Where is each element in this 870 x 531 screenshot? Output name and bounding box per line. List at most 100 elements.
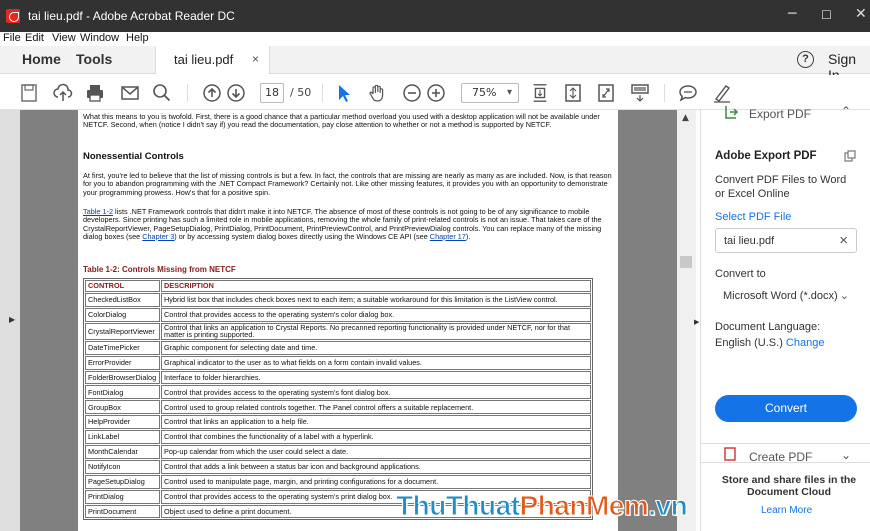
menu-help[interactable]: Help: [126, 32, 149, 44]
select-cursor-icon[interactable]: [336, 83, 352, 103]
control-name-cell: PrintDialog: [85, 489, 160, 504]
control-name-cell: FontDialog: [85, 385, 160, 400]
prev-page-icon[interactable]: [202, 83, 222, 103]
control-name-cell: DateTimePicker: [85, 340, 160, 355]
control-name-cell: GroupBox: [85, 400, 160, 415]
change-language-link[interactable]: Change: [786, 337, 825, 349]
page-total: / 50: [290, 86, 312, 99]
chevron-down-icon[interactable]: ⌄: [841, 448, 851, 462]
description-cell: Control that adds a link between a statu…: [161, 459, 591, 474]
control-name-cell: MonthCalendar: [85, 445, 160, 459]
table-row: DateTimePicker Graphic component for sele…: [85, 340, 591, 355]
panel-divider: [701, 462, 870, 463]
hand-icon[interactable]: [367, 83, 387, 103]
control-name-cell: PageSetupDialog: [85, 474, 160, 489]
panel-description: Convert PDF Files to Word or Excel Onlin…: [715, 174, 847, 200]
menu-window[interactable]: Window: [80, 32, 119, 44]
description-cell: Graphical indicator to the user as to wh…: [161, 355, 591, 370]
description-cell: Control used to manipulate page, margin,…: [161, 474, 591, 489]
toolbar-divider: [187, 84, 188, 102]
chapter-link[interactable]: Chapter 3: [142, 232, 174, 241]
table-row: ErrorProvider Graphical indicator to the …: [85, 355, 591, 370]
export-pdf-tool[interactable]: Export PDF: [749, 107, 811, 121]
upload-icon[interactable]: [53, 83, 73, 103]
minimize-button[interactable]: ─: [788, 6, 796, 22]
fit-page-icon[interactable]: [564, 83, 582, 103]
table-caption: Table 1-2: Controls Missing from NETCF: [83, 265, 236, 274]
zoom-in-icon[interactable]: [426, 83, 446, 103]
help-icon[interactable]: ?: [797, 51, 814, 68]
scroll-thumb[interactable]: [680, 256, 692, 268]
search-icon[interactable]: [152, 83, 172, 103]
tab-tools[interactable]: Tools: [76, 51, 112, 67]
learn-more-link[interactable]: Learn More: [761, 505, 812, 516]
menu-file[interactable]: File: [3, 32, 21, 44]
toolbar-divider: [322, 84, 323, 102]
section-heading: Nonessential Controls: [83, 151, 184, 162]
sign-icon[interactable]: [712, 83, 732, 103]
chapter-link[interactable]: Chapter 17: [430, 232, 466, 241]
zoom-select[interactable]: 75%: [461, 83, 519, 103]
description-cell: Interface to folder hierarchies.: [161, 370, 591, 385]
close-window-button[interactable]: ✕: [855, 6, 867, 22]
collapse-right-pane-icon[interactable]: ▶: [694, 318, 699, 326]
paragraph: At first, you're led to believe that the…: [83, 171, 612, 197]
read-mode-icon[interactable]: [630, 83, 650, 103]
tab-home[interactable]: Home: [22, 51, 61, 67]
email-icon[interactable]: [120, 83, 140, 103]
panel-divider: [701, 443, 870, 444]
pdf-page: What this means to you is twofold. First…: [78, 110, 618, 531]
clear-file-icon[interactable]: ×: [839, 232, 848, 249]
selected-file-field[interactable]: tai lieu.pdf ×: [715, 228, 857, 253]
table-row: GroupBox Control used to group related co…: [85, 400, 591, 415]
doc-language-value: English (U.S.): [715, 337, 783, 349]
next-page-icon[interactable]: [226, 83, 246, 103]
document-cloud-promo: Store and share files in the Document Cl…: [721, 474, 857, 498]
chevron-down-icon: ⌄: [839, 290, 849, 302]
convert-to-select[interactable]: Microsoft Word (*.docx) ⌄: [715, 284, 857, 309]
export-pdf-icon: [725, 106, 739, 119]
save-icon[interactable]: [20, 83, 38, 103]
table-row: MonthCalendar Pop-up calendar from which …: [85, 445, 591, 459]
description-cell: Control that links an application to Cry…: [161, 322, 591, 340]
description-cell: Control used to group related controls t…: [161, 400, 591, 415]
menu-bar: File Edit View Window Help: [0, 32, 870, 46]
menu-view[interactable]: View: [52, 32, 76, 44]
acrobat-logo-icon: [6, 9, 20, 23]
watermark: ThuThuatPhanMem.vn: [396, 490, 689, 522]
table-header-row: CONTROL DESCRIPTION: [85, 280, 591, 292]
fullscreen-icon[interactable]: [597, 83, 615, 103]
control-name-cell: PrintDocument: [85, 504, 160, 519]
table-row: CheckedListBox Hybrid list box that inclu…: [85, 293, 591, 307]
share-icon[interactable]: [844, 150, 856, 162]
control-name-cell: CheckedListBox: [85, 293, 160, 307]
comment-icon[interactable]: [678, 83, 698, 103]
expand-left-pane-icon[interactable]: ▶: [9, 315, 15, 324]
control-name-cell: HelpProvider: [85, 415, 160, 430]
tab-document[interactable]: tai lieu.pdf ×: [155, 46, 270, 74]
controls-table: CONTROL DESCRIPTION CheckedListBox Hybrid…: [83, 278, 593, 521]
close-tab-icon[interactable]: ×: [252, 52, 259, 66]
menu-edit[interactable]: Edit: [25, 32, 44, 44]
table-header-cell: CONTROL: [85, 280, 160, 292]
toolbar: 18 / 50 75%: [0, 75, 870, 110]
chevron-up-icon[interactable]: ⌃: [841, 104, 851, 118]
zoom-out-icon[interactable]: [402, 83, 422, 103]
paragraph: What this means to you is twofold. First…: [83, 112, 600, 130]
description-cell: Graphic component for selecting date and…: [161, 340, 591, 355]
convert-button[interactable]: Convert: [715, 395, 857, 422]
maximize-button[interactable]: ☐: [821, 8, 832, 22]
paragraph: Table 1-2 lists .NET Framework controls …: [83, 207, 602, 241]
description-cell: Control that combines the functionality …: [161, 430, 591, 445]
scroll-up-icon[interactable]: ▲: [682, 113, 689, 123]
control-name-cell: ErrorProvider: [85, 355, 160, 370]
create-pdf-icon: [724, 447, 736, 461]
page-number-input[interactable]: 18: [260, 83, 284, 103]
control-name-cell: FolderBrowserDialog: [85, 370, 160, 385]
left-nav-pane[interactable]: ▶: [0, 110, 20, 531]
control-name-cell: NotifyIcon: [85, 459, 160, 474]
page-scroll-icon[interactable]: [531, 83, 549, 103]
print-icon[interactable]: [85, 83, 105, 103]
control-name-cell: CrystalReportViewer: [85, 322, 160, 340]
select-pdf-link[interactable]: Select PDF File: [715, 211, 791, 223]
